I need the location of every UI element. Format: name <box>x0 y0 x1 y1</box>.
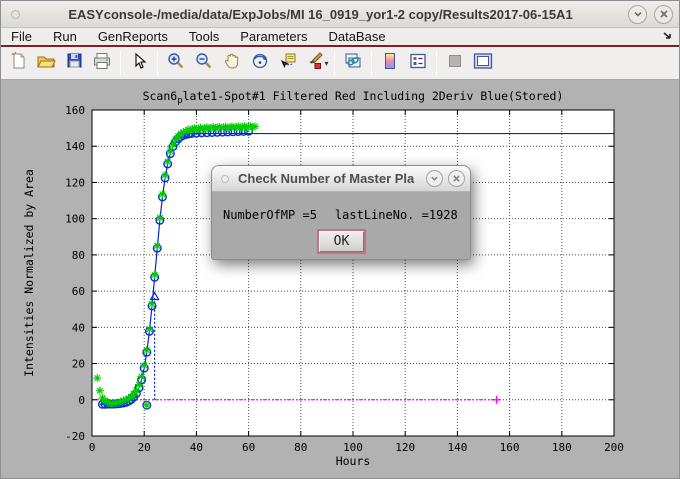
svg-text:-20: -20 <box>65 430 85 443</box>
plot-canvas-icon <box>472 51 494 76</box>
svg-text:200: 200 <box>604 441 624 454</box>
x-axis-label: Hours <box>92 454 614 468</box>
dialog-minimize-button[interactable] <box>426 170 443 187</box>
link-plots-button[interactable] <box>340 50 366 76</box>
pointer-icon <box>130 52 148 75</box>
chevron-down-icon <box>633 9 643 19</box>
pan-hand-icon <box>222 51 242 76</box>
print-button[interactable] <box>89 50 115 76</box>
zoom-out-icon <box>194 51 214 76</box>
ok-button[interactable]: OK <box>319 231 364 252</box>
svg-text:0: 0 <box>78 394 85 407</box>
chart-canvas[interactable]: 0 20 40 60 80 100 120 140 160 180 200 -20 0 20 40 60 80 1… <box>1 80 679 478</box>
svg-text:80: 80 <box>294 441 307 454</box>
window-close-button[interactable] <box>654 5 673 24</box>
menu-file[interactable]: File <box>11 29 32 44</box>
open-file-button[interactable] <box>33 50 59 76</box>
dialog-close-button[interactable] <box>448 170 465 187</box>
pointer-tool-button[interactable] <box>126 50 152 76</box>
insert-legend-icon <box>408 51 428 76</box>
figure-area: 0 20 40 60 80 100 120 140 160 180 200 -20 0 20 40 60 80 1… <box>1 80 679 478</box>
rotate-3d-icon <box>250 51 270 76</box>
dialog-message: NumberOfMP =5lastLineNo. =1928 <box>223 208 458 222</box>
new-file-button[interactable] <box>5 50 31 76</box>
disabled-tool-button <box>442 50 468 76</box>
chevron-down-icon <box>430 170 439 188</box>
window-minimize-button[interactable] <box>628 5 647 24</box>
dialog-menu-icon[interactable] <box>221 175 229 183</box>
svg-text:140: 140 <box>447 441 467 454</box>
menu-overflow-arrow-icon[interactable] <box>663 29 673 44</box>
plot-canvas-button[interactable] <box>470 50 496 76</box>
toolbar-separator <box>157 51 158 75</box>
svg-text:120: 120 <box>395 441 415 454</box>
toolbar-separator <box>334 51 335 75</box>
menu-genreports[interactable]: GenReports <box>98 29 168 44</box>
menu-parameters[interactable]: Parameters <box>240 29 307 44</box>
insert-legend-button[interactable] <box>405 50 431 76</box>
datatip-icon <box>278 51 298 76</box>
rotate-3d-tool-button[interactable] <box>247 50 273 76</box>
brush-icon <box>304 51 324 76</box>
brush-tool-button[interactable]: ▾ <box>303 50 329 76</box>
svg-text:20: 20 <box>138 441 151 454</box>
close-icon <box>659 9 669 19</box>
save-button[interactable] <box>61 50 87 76</box>
window-titlebar[interactable]: EASYconsole-/media/data/ExpJobs/MI 16_09… <box>1 1 679 28</box>
svg-text:160: 160 <box>500 441 520 454</box>
menubar: File Run GenReports Tools Parameters Dat… <box>1 28 679 45</box>
close-icon <box>452 170 461 188</box>
svg-text:40: 40 <box>190 441 203 454</box>
svg-text:120: 120 <box>65 176 85 189</box>
menu-tools[interactable]: Tools <box>189 29 219 44</box>
svg-text:80: 80 <box>72 249 85 262</box>
zoom-in-tool-button[interactable] <box>163 50 189 76</box>
svg-text:20: 20 <box>72 358 85 371</box>
dialog-body: NumberOfMP =5lastLineNo. =1928 OK <box>212 192 470 260</box>
zoom-out-tool-button[interactable] <box>191 50 217 76</box>
zoom-in-icon <box>166 51 186 76</box>
svg-text:100: 100 <box>65 213 85 226</box>
dialog-title: Check Number of Master Pla <box>238 171 421 186</box>
svg-text:60: 60 <box>72 285 85 298</box>
disabled-square-icon <box>446 52 464 75</box>
svg-text:40: 40 <box>72 321 85 334</box>
brush-dropdown-caret[interactable]: ▾ <box>325 59 329 68</box>
dialog-titlebar[interactable]: Check Number of Master Pla <box>212 166 470 192</box>
toolbar-separator <box>436 51 437 75</box>
svg-text:160: 160 <box>65 104 85 117</box>
print-icon <box>92 51 112 76</box>
check-master-plates-dialog: Check Number of Master Pla NumberOfMP =5… <box>211 165 471 260</box>
window-menu-icon[interactable] <box>11 10 20 19</box>
svg-text:180: 180 <box>552 441 572 454</box>
svg-text:0: 0 <box>89 441 96 454</box>
datatip-tool-button[interactable] <box>275 50 301 76</box>
pan-tool-button[interactable] <box>219 50 245 76</box>
app-window: EASYconsole-/media/data/ExpJobs/MI 16_09… <box>0 0 680 479</box>
open-file-icon <box>36 51 56 76</box>
new-file-icon <box>9 51 28 75</box>
window-title: EASYconsole-/media/data/ExpJobs/MI 16_09… <box>20 7 621 22</box>
toolbar-separator <box>371 51 372 75</box>
toolbar: ▾ <box>1 47 679 80</box>
svg-text:100: 100 <box>343 441 363 454</box>
save-icon <box>65 51 84 75</box>
link-plots-icon <box>343 51 363 76</box>
colormap-button[interactable] <box>377 50 403 76</box>
chart-title: Scan6plate1-Spot#1 Filtered Red Includin… <box>92 89 614 106</box>
y-axis-label: Intensities Normalized by Area <box>22 123 36 423</box>
toolbar-separator <box>120 51 121 75</box>
svg-text:60: 60 <box>242 441 255 454</box>
menu-database[interactable]: DataBase <box>328 29 385 44</box>
colormap-icon <box>381 51 399 76</box>
svg-text:140: 140 <box>65 140 85 153</box>
menu-run[interactable]: Run <box>53 29 77 44</box>
